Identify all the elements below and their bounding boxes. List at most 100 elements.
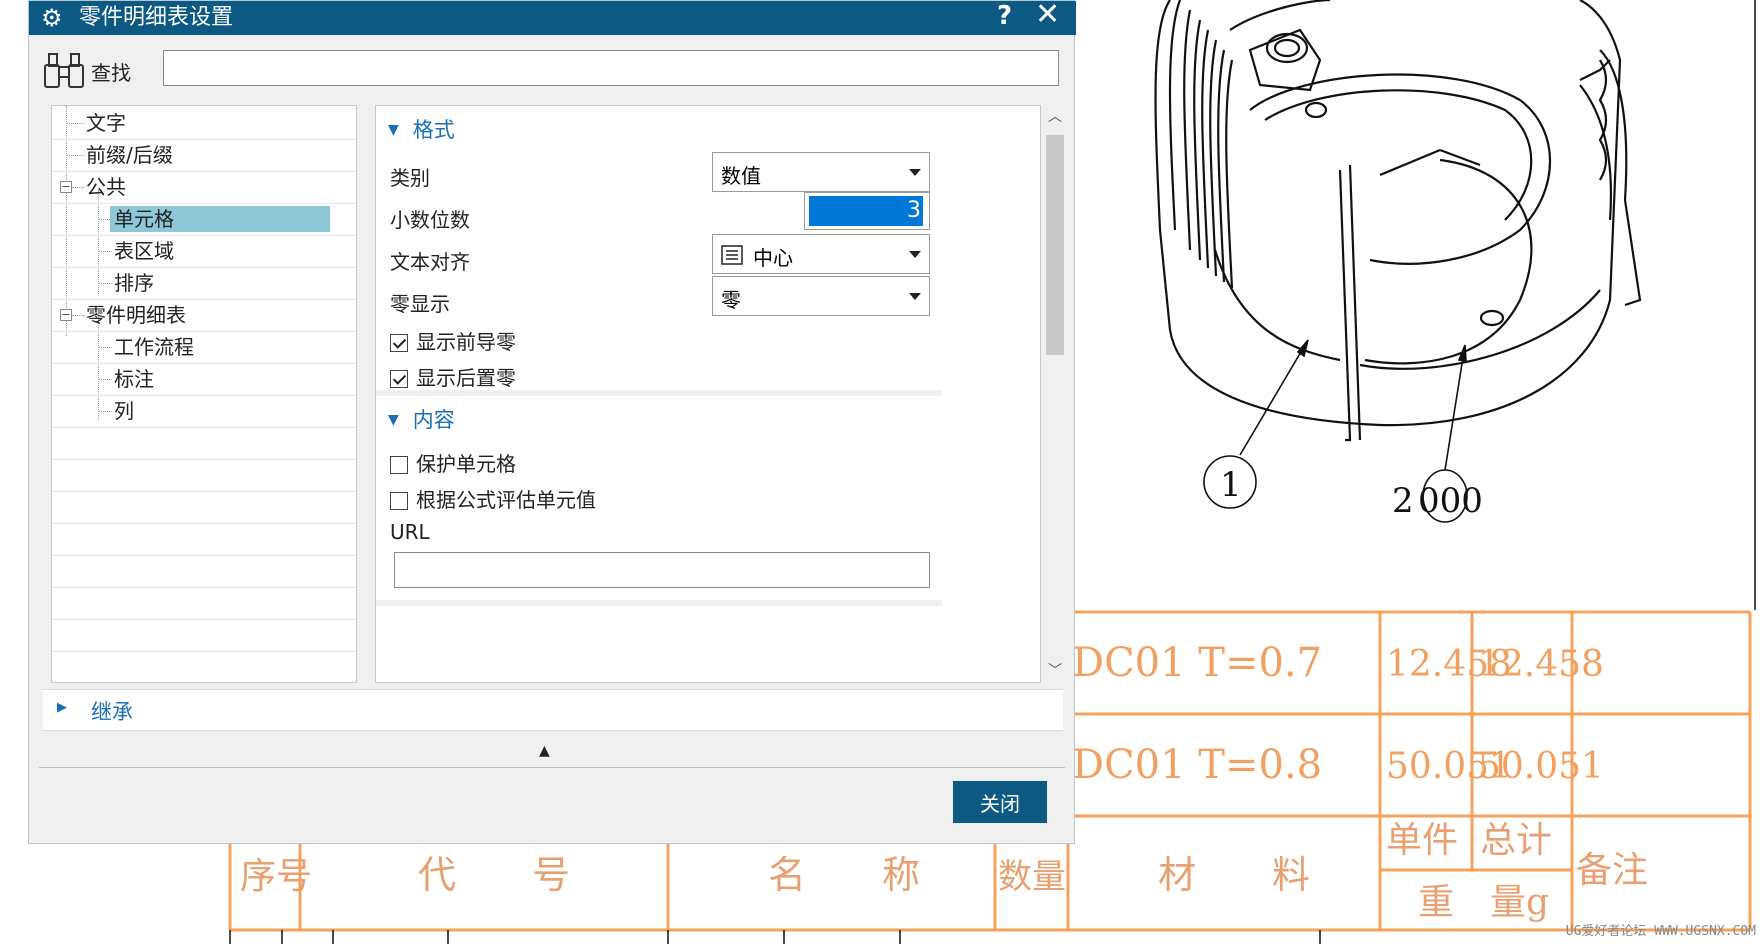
tree-item-sort[interactable]: 排序 <box>52 266 356 300</box>
tree-item-label: 前缀/后缀 <box>86 143 173 167</box>
tree-item-label: 零件明细表 <box>86 303 186 327</box>
text-align-label: 文本对齐 <box>390 250 470 274</box>
zero-display-label: 零显示 <box>390 292 450 316</box>
bom-row-2-total-weight[interactable]: 50.051 <box>1478 746 1604 787</box>
gear-icon: ⚙ <box>41 4 63 32</box>
decimals-field[interactable]: 3 <box>804 192 930 230</box>
watermark: UG爱好者论坛 WWW.UGSNX.COM <box>1565 924 1756 939</box>
balloon-2-label: 2 <box>1392 481 1414 521</box>
zero-display-dropdown[interactable]: 零 <box>712 276 930 316</box>
bom-table-ticks <box>229 930 1321 944</box>
bom-row-1-material[interactable]: DC01 T=0.7 <box>1072 640 1322 686</box>
collapse-expander[interactable]: − <box>60 181 72 193</box>
search-input[interactable] <box>163 50 1059 86</box>
inherit-label: 继承 <box>91 700 133 724</box>
text-align-dropdown[interactable]: 中心 <box>712 234 930 274</box>
scroll-up-icon[interactable]: ︿ <box>1043 105 1067 129</box>
content-header-label: 内容 <box>412 408 455 432</box>
formula-eval-checkbox[interactable]: 根据公式评估单元值 <box>390 484 596 513</box>
scroll-down-icon[interactable]: ﹀ <box>1043 659 1067 683</box>
bom-row-2-material[interactable]: DC01 T=0.8 <box>1072 742 1322 788</box>
section-separator <box>376 600 942 606</box>
tree-item-cell[interactable]: 单元格 <box>52 202 356 236</box>
tree-item-workflow[interactable]: 工作流程 <box>52 330 356 364</box>
collapse-expander[interactable]: − <box>60 309 72 321</box>
checkbox-unchecked-icon <box>390 456 408 474</box>
footer-divider <box>39 767 1065 768</box>
collapsed-triangle-icon: ▶ <box>57 700 67 715</box>
tree-empty-row <box>52 458 356 492</box>
dropdown-arrow-icon <box>909 293 921 300</box>
tree-item-text[interactable]: 文字 <box>52 106 356 140</box>
tree-item-annotation[interactable]: 标注 <box>52 362 356 396</box>
format-section-header[interactable]: ▼ 格式 <box>388 114 455 144</box>
tree-item-label: 表区域 <box>114 239 174 263</box>
balloon-2-suffix: 000 <box>1418 481 1483 521</box>
url-label: URL <box>390 520 430 544</box>
bom-header-code: 代 号 <box>418 853 570 897</box>
bom-header-seq: 序号 <box>240 856 312 897</box>
format-header-label: 格式 <box>412 118 455 142</box>
bom-header-weight: 重 量g <box>1418 882 1549 923</box>
formula-eval-label: 根据公式评估单元值 <box>416 488 596 512</box>
content-section-header[interactable]: ▼ 内容 <box>388 404 455 434</box>
expand-triangle-icon: ▼ <box>388 122 399 138</box>
tree-item-parts-list[interactable]: − 零件明细表 <box>52 298 356 332</box>
close-button[interactable]: 关闭 <box>953 781 1047 823</box>
checkbox-unchecked-icon <box>390 492 408 510</box>
url-input[interactable] <box>394 552 930 588</box>
decimals-label: 小数位数 <box>390 208 470 232</box>
section-separator <box>376 390 942 396</box>
leading-zero-label: 显示前导零 <box>416 330 516 354</box>
protect-cell-checkbox[interactable]: 保护单元格 <box>390 448 516 477</box>
tree-item-label: 单元格 <box>110 206 330 232</box>
property-pane: ▼ 格式 类别 数值 小数位数 3 文本对齐 中心 零显示 零 显示前导零 显示… <box>375 105 1041 683</box>
bom-header-name: 名 称 <box>768 853 920 897</box>
search-row: 查找 <box>43 47 1063 93</box>
bom-header-total-weight: 总计 <box>1480 820 1552 861</box>
dropdown-arrow-icon <box>909 169 921 176</box>
settings-tree[interactable]: 文字 前缀/后缀 − 公共 单元格 表区域 排序 − 零件明细表 工作流程 标注… <box>51 105 357 683</box>
expand-triangle-icon: ▼ <box>388 412 399 428</box>
tree-item-column[interactable]: 列 <box>52 394 356 428</box>
tree-item-label: 公共 <box>86 175 126 199</box>
close-icon[interactable]: ✕ <box>1035 0 1060 30</box>
help-button[interactable]: ? <box>997 2 1012 30</box>
category-label: 类别 <box>390 166 430 190</box>
scroll-thumb[interactable] <box>1046 135 1064 355</box>
part-illustration <box>1154 0 1642 442</box>
trailing-zero-checkbox[interactable]: 显示后置零 <box>390 362 516 391</box>
tree-empty-row <box>52 554 356 588</box>
tree-empty-row <box>52 586 356 620</box>
pane-scrollbar[interactable]: ︿ ﹀ <box>1043 105 1067 683</box>
collapse-up-icon[interactable]: ▲ <box>539 743 550 759</box>
tree-item-label: 列 <box>114 399 134 423</box>
tree-item-label: 工作流程 <box>114 335 194 359</box>
parts-list-settings-dialog: ⚙ 零件明细表设置 ? ✕ 查找 文字 前缀/后缀 − 公共 单元格 表区域 排… <box>28 0 1076 844</box>
checkbox-checked-icon <box>390 334 408 352</box>
tree-item-label: 文字 <box>86 111 126 135</box>
tree-empty-row <box>52 522 356 556</box>
binoculars-icon <box>44 53 84 88</box>
bom-header-material: 材 料 <box>1158 853 1310 897</box>
text-align-value: 中心 <box>753 246 793 270</box>
bom-header-remark: 备注 <box>1576 850 1648 891</box>
search-label: 查找 <box>91 61 131 85</box>
tree-empty-row <box>52 426 356 460</box>
tree-item-prefix-suffix[interactable]: 前缀/后缀 <box>52 138 356 172</box>
tree-empty-row <box>52 618 356 652</box>
balloon-1-label: 1 <box>1220 465 1242 505</box>
category-value: 数值 <box>721 164 761 188</box>
tree-item-table-region[interactable]: 表区域 <box>52 234 356 268</box>
align-center-icon <box>721 245 743 265</box>
trailing-zero-label: 显示后置零 <box>416 366 516 390</box>
tree-item-label: 排序 <box>114 271 154 295</box>
bom-header-unit-weight: 单件 <box>1386 820 1458 861</box>
inherit-section-header[interactable]: ▶ 继承 <box>43 689 1063 731</box>
tree-item-common[interactable]: − 公共 <box>52 170 356 204</box>
dialog-titlebar[interactable]: ⚙ 零件明细表设置 ? ✕ <box>29 0 1076 35</box>
bom-row-1-total-weight[interactable]: 12.458 <box>1478 644 1604 685</box>
leading-zero-checkbox[interactable]: 显示前导零 <box>390 326 516 355</box>
category-dropdown[interactable]: 数值 <box>712 152 930 192</box>
dialog-title: 零件明细表设置 <box>79 5 234 30</box>
